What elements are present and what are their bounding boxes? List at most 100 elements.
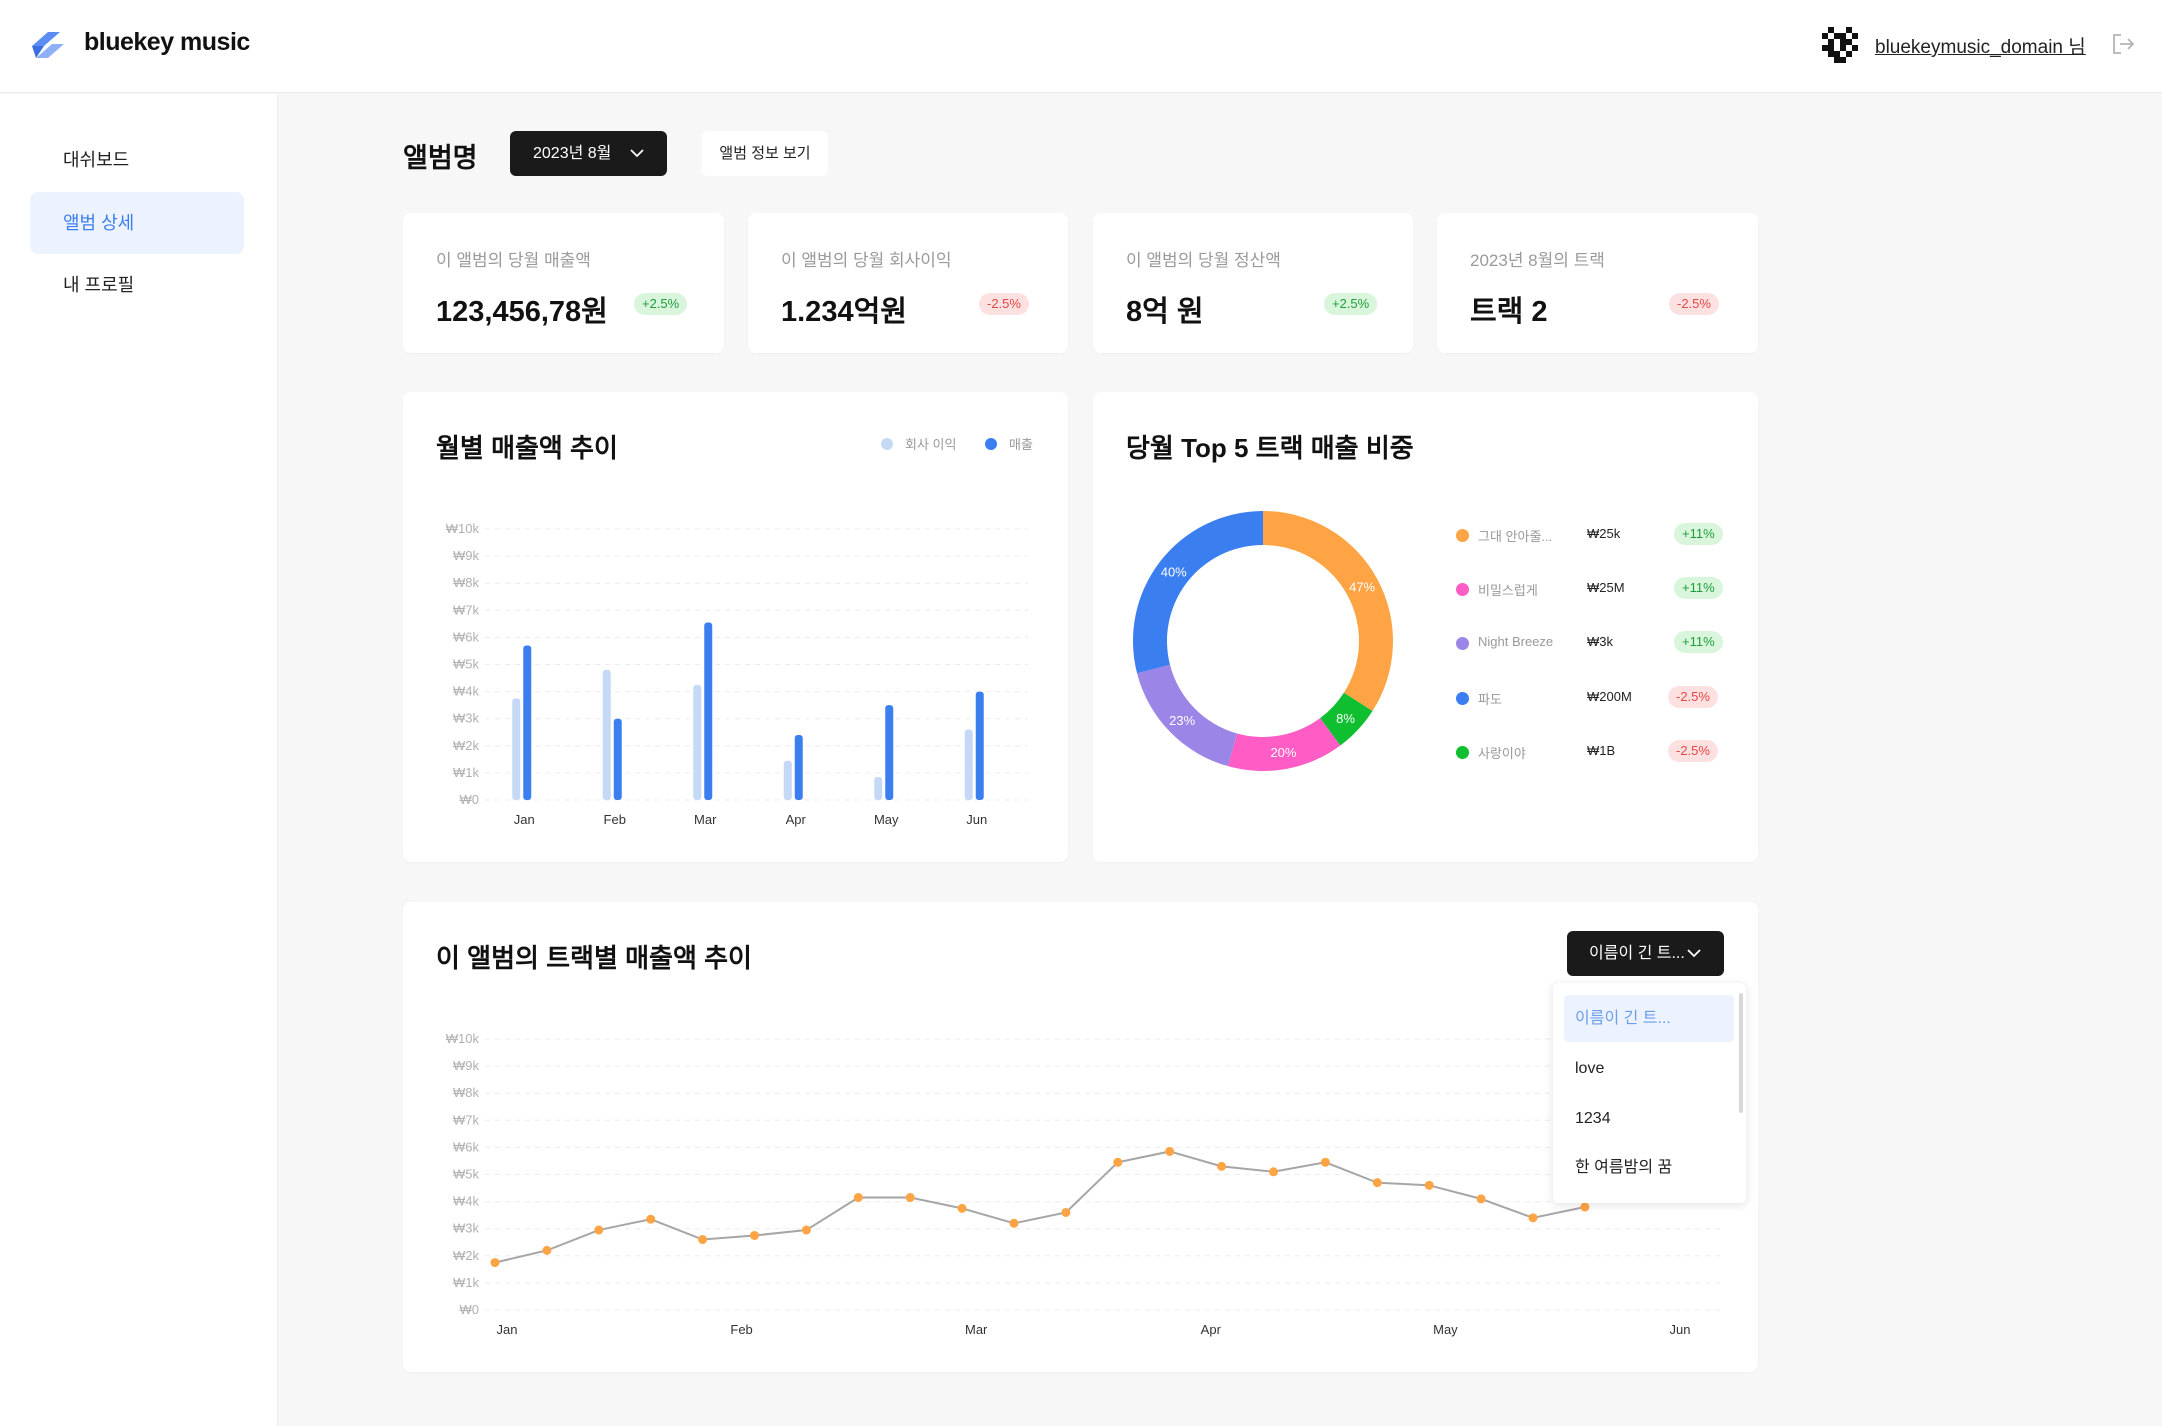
stat-value: 8억 원: [1126, 296, 1204, 328]
data-point: [1217, 1161, 1227, 1171]
track-amount: ₩200M: [1587, 689, 1632, 704]
dropdown-option[interactable]: 이름이 긴 트...: [1564, 995, 1734, 1042]
pie-legend-row: Night Breeze ₩3k +11%: [1456, 631, 1726, 655]
slice-label: 20%: [1270, 745, 1296, 760]
track-amount: ₩25M: [1587, 580, 1625, 595]
bar: [693, 684, 702, 800]
bar: [975, 691, 984, 800]
x-tick-label: May: [1433, 1322, 1458, 1337]
y-tick-label: ₩4k: [453, 684, 480, 699]
logout-icon[interactable]: [2110, 32, 2136, 56]
y-tick-label: ₩9k: [453, 1058, 480, 1073]
change-badge: +11%: [1674, 631, 1723, 653]
y-tick-label: ₩8k: [453, 575, 480, 590]
monthly-bar-chart: ₩0 ₩1k ₩2k ₩3k ₩4k ₩5k ₩6k ₩7k ₩8k ₩9k ₩10k Jan Feb M…: [446, 521, 1028, 827]
stat-label: 이 앨범의 당월 매출액: [436, 251, 591, 270]
legend-swatch: [1456, 692, 1469, 705]
data-point: [1372, 1178, 1382, 1188]
x-tick-label: Apr: [786, 812, 807, 827]
dropdown-option[interactable]: love: [1564, 1045, 1734, 1092]
y-tick-label: ₩9k: [453, 548, 480, 563]
bar: [874, 776, 883, 800]
x-tick-label: May: [874, 812, 899, 827]
y-tick-label: ₩3k: [453, 1221, 480, 1236]
y-tick-label: ₩0: [460, 792, 480, 807]
legend-swatch: [1456, 637, 1469, 650]
series-line: [494, 1150, 1586, 1264]
x-tick-label: Mar: [694, 812, 717, 827]
bar: [602, 669, 611, 800]
stat-value: 123,456,78원: [436, 296, 608, 328]
data-point: [801, 1225, 811, 1235]
data-point: [646, 1214, 656, 1224]
change-badge: -2.5%: [1668, 740, 1718, 762]
change-badge: +2.5%: [634, 293, 688, 315]
track-name: Night Breeze: [1478, 634, 1554, 649]
stat-label: 이 앨범의 당월 정산액: [1126, 251, 1281, 270]
bar: [783, 760, 792, 800]
track-amount: ₩3k: [1587, 634, 1613, 649]
y-tick-label: ₩1k: [453, 1275, 480, 1290]
data-point: [1320, 1157, 1330, 1167]
track-amount: ₩1B: [1587, 743, 1616, 758]
data-point: [1580, 1202, 1590, 1212]
y-tick-label: ₩2k: [453, 738, 480, 753]
month-select[interactable]: 2023년 8월: [510, 131, 667, 176]
y-tick-label: ₩1k: [453, 765, 480, 780]
y-tick-label: ₩10k: [446, 521, 480, 536]
slice-label: 8%: [1336, 711, 1355, 726]
avatar[interactable]: [1822, 27, 1858, 63]
y-tick-label: ₩6k: [453, 629, 480, 644]
pie-legend-row: 비밀스럽게 ₩25M +11%: [1456, 577, 1726, 601]
top-bar: bluekey music bluekeymusic_domain 님: [0, 0, 2162, 93]
bar: [613, 718, 622, 800]
change-badge: -2.5%: [1669, 293, 1719, 315]
stat-card-settlement: 이 앨범의 당월 정산액 8억 원 +2.5%: [1093, 213, 1413, 353]
bluekey-logo-icon[interactable]: [28, 28, 66, 64]
pie-legend-row: 그대 안아줄... ₩25k +11%: [1456, 523, 1726, 547]
stat-label: 2023년 8월의 트랙: [1470, 251, 1605, 270]
y-tick-label: ₩7k: [453, 602, 480, 617]
data-point: [853, 1193, 863, 1203]
bar: [964, 729, 973, 800]
data-point: [1061, 1207, 1071, 1217]
dropdown-scrollbar[interactable]: [1739, 993, 1743, 1113]
data-point: [1424, 1180, 1434, 1190]
change-badge: +2.5%: [1324, 293, 1378, 315]
x-tick-label: Jun: [966, 812, 987, 827]
data-point: [1165, 1146, 1175, 1156]
stat-card-track: 2023년 8월의 트랙 트랙 2 -2.5%: [1437, 213, 1758, 353]
track-select[interactable]: 이름이 긴 트...: [1567, 931, 1724, 976]
bar: [885, 705, 894, 800]
bar: [512, 698, 521, 800]
y-tick-label: ₩7k: [453, 1112, 480, 1127]
donut-slice: [1263, 511, 1393, 712]
album-info-button[interactable]: 앨범 정보 보기: [702, 131, 828, 176]
data-point: [1113, 1157, 1123, 1167]
brand-name[interactable]: bluekey music: [84, 28, 250, 57]
dropdown-option[interactable]: 한 여름밤의 꿈: [1564, 1144, 1734, 1191]
legend-swatch: [1456, 583, 1469, 596]
bar: [523, 645, 532, 800]
y-tick-label: ₩5k: [453, 657, 480, 672]
sidebar-item-album-detail[interactable]: 앨범 상세: [30, 192, 244, 254]
dropdown-option[interactable]: 1234: [1564, 1095, 1734, 1142]
change-badge: -2.5%: [979, 293, 1029, 315]
slice-label: 47%: [1349, 580, 1375, 595]
sidebar-item-my-profile[interactable]: 내 프로필: [30, 254, 244, 316]
sidebar-item-dashboard[interactable]: 대쉬보드: [30, 129, 244, 191]
x-tick-label: Jun: [1670, 1322, 1691, 1337]
chevron-down-icon: [1687, 949, 1701, 958]
data-point: [594, 1225, 604, 1235]
user-name-link[interactable]: bluekeymusic_domain 님: [1875, 32, 2086, 59]
data-point: [957, 1203, 967, 1213]
bar: [794, 734, 803, 800]
track-select-label: 이름이 긴 트...: [1589, 945, 1685, 962]
data-point: [542, 1245, 552, 1255]
slice-label: 40%: [1161, 565, 1187, 580]
chevron-down-icon: [630, 149, 644, 158]
legend-swatch: [1456, 746, 1469, 759]
album-title: 앨범명: [403, 143, 478, 173]
change-badge: -2.5%: [1668, 686, 1718, 708]
bar: [704, 622, 713, 800]
